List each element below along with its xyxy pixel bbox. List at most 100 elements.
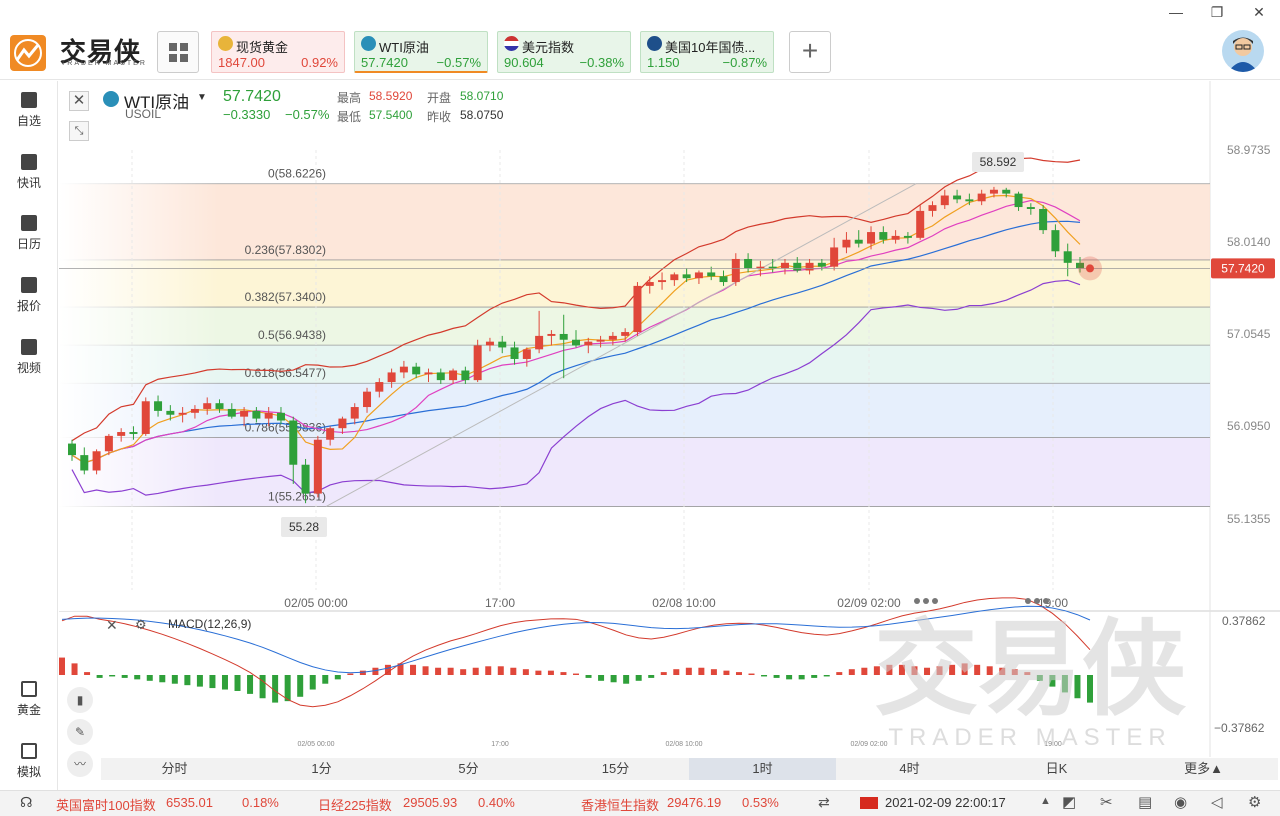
macd-bar (146, 675, 153, 681)
index-name: 英国富时100指数 (56, 798, 156, 813)
macd-bar (297, 675, 304, 697)
macd-bar (573, 673, 579, 675)
candle-body (510, 347, 519, 359)
current-price-tag-label: 57.7420 (1221, 261, 1265, 275)
timeframe-tab[interactable]: 分时 (101, 758, 248, 780)
candle-body (104, 435, 113, 452)
candle-body (178, 412, 187, 415)
candle-body (830, 247, 839, 267)
candle-body (694, 272, 703, 279)
instrument-change: −0.3330 (223, 107, 271, 122)
chevron-down-icon[interactable]: ▼ (197, 92, 207, 103)
open-label: 开盘 (427, 91, 452, 105)
candle-body (68, 443, 76, 456)
mute-icon[interactable]: ◁ (1211, 793, 1223, 811)
caret-up-icon[interactable]: ▲ (1040, 795, 1051, 807)
macd-bar (798, 675, 805, 680)
candle-body (338, 418, 347, 429)
candle-body (154, 401, 163, 411)
macd-bar (184, 675, 191, 686)
fib-zone (59, 437, 1210, 507)
candle-body (326, 428, 335, 440)
macd-bar (610, 675, 617, 683)
macd-bar (435, 667, 442, 675)
camera-icon[interactable]: ◉ (1174, 793, 1187, 811)
macd-bar (560, 672, 567, 675)
candle-body (350, 407, 359, 419)
settings-icon[interactable]: ⚙ (135, 617, 147, 633)
macd-bar (196, 675, 203, 687)
macd-bar (171, 675, 178, 684)
timeframe-tab[interactable]: 日K (983, 758, 1130, 780)
connection-icon[interactable]: ⇄ (818, 794, 830, 811)
y-tick-label: 58.0140 (1227, 235, 1271, 249)
candle-body (375, 382, 384, 392)
macd-bar (761, 675, 768, 677)
settings-icon[interactable]: ⚙ (1248, 793, 1261, 811)
y-tick-label: 55.1355 (1227, 512, 1271, 526)
candle-body (1051, 230, 1060, 252)
candle-body (363, 391, 372, 408)
candle-body (977, 193, 986, 202)
layout-icon[interactable]: ▤ (1138, 793, 1152, 811)
timeframe-tab[interactable]: 4时 (836, 758, 983, 780)
timeframe-tab[interactable]: 15分 (542, 758, 689, 780)
macd-bar (347, 673, 354, 675)
candle-body (719, 276, 728, 283)
candle-body (891, 235, 900, 240)
macd-x-tick: 02/09 02:00 (851, 741, 888, 748)
candle-body (412, 366, 421, 375)
x-tick-label: 17:00 (485, 596, 515, 610)
macd-bar (786, 675, 793, 680)
macd-bar (59, 657, 65, 675)
close-indicator-icon[interactable]: ✕ (106, 617, 118, 634)
candle-body (596, 339, 605, 342)
timeframe-tab[interactable]: 1分 (248, 758, 395, 780)
candle-body (166, 410, 175, 415)
collapse-icon[interactable]: ⤡ (69, 121, 89, 141)
instrument-price: 57.7420 (223, 88, 281, 105)
candle-body (387, 372, 396, 383)
index-change: 0.18% (242, 795, 279, 810)
fib-zone (59, 345, 1210, 384)
signal-icon[interactable]: ◩ (1062, 793, 1076, 811)
candle-body (473, 345, 482, 381)
macd-bar (259, 675, 266, 699)
candle-body (633, 285, 642, 333)
macd-bar (422, 666, 429, 675)
macd-bar (121, 675, 128, 678)
candle-body (203, 403, 212, 409)
candle-body (252, 410, 261, 419)
close-chart-button[interactable]: ✕ (69, 91, 89, 111)
macd-bar (134, 675, 141, 680)
headset-icon[interactable]: ☊ (20, 794, 32, 811)
candle-body (141, 401, 150, 434)
x-tick-label: 02/05 00:00 (284, 596, 348, 610)
candle-body (80, 455, 89, 471)
candle-body (584, 341, 593, 346)
x-tick-label: 02/09 02:00 (837, 596, 901, 610)
candle-type-icon[interactable]: ▮ (67, 687, 93, 713)
china-flag-icon (860, 797, 878, 809)
index-value: 6535.01 (166, 795, 213, 810)
tools-icon[interactable]: ✂ (1100, 793, 1113, 811)
fib-label: 0(58.6226) (268, 167, 326, 181)
candle-body (1002, 189, 1011, 194)
candle-body (190, 408, 199, 413)
price-chart[interactable]: 0(58.6226) 0.236(57.8302) 0.382(57.3400) 0.… (0, 0, 1280, 816)
timeframe-tab[interactable]: 更多▲ (1130, 758, 1277, 780)
timeframe-tab[interactable]: 5分 (395, 758, 542, 780)
macd-bar (334, 675, 341, 680)
timeframe-tab[interactable]: 1时 (689, 758, 836, 780)
candle-body (965, 199, 974, 202)
candle-body (227, 408, 236, 417)
macd-bar (472, 667, 479, 675)
indicator-icon[interactable]: 〰 (67, 751, 93, 777)
candle-body (559, 333, 568, 340)
draw-pen-icon[interactable]: ✎ (67, 719, 93, 745)
candle-body (608, 335, 617, 340)
macd-bar (623, 675, 630, 684)
candle-body (989, 189, 998, 194)
macd-bar (460, 669, 467, 675)
candle-body (572, 339, 580, 346)
